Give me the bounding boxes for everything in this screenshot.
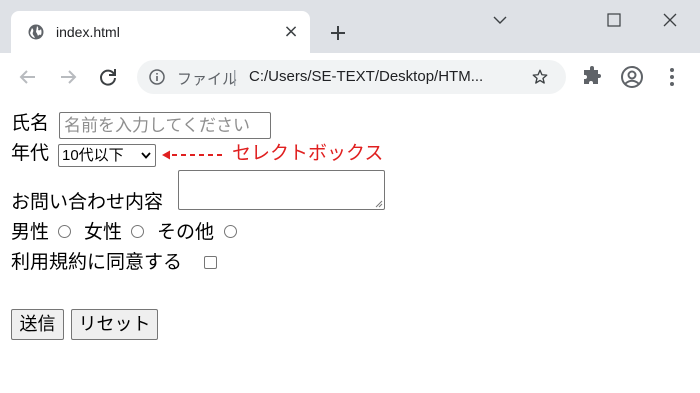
tab-title: index.html <box>56 24 120 40</box>
profile-avatar-icon[interactable] <box>620 65 644 89</box>
gender-other-radio[interactable] <box>224 225 237 238</box>
reload-icon[interactable] <box>96 65 120 89</box>
annotation-label: セレクトボックス <box>232 143 384 164</box>
gender-other-label: その他 <box>157 222 215 243</box>
inquiry-textarea[interactable] <box>178 170 385 210</box>
window-maximize-icon[interactable] <box>594 6 634 34</box>
back-arrow-icon[interactable] <box>16 65 40 89</box>
kebab-menu-icon[interactable] <box>660 65 684 89</box>
window-close-icon[interactable] <box>650 6 690 34</box>
forward-arrow-icon[interactable] <box>56 65 80 89</box>
gender-male-label: 男性 <box>11 222 50 243</box>
chevron-down-icon <box>141 152 151 159</box>
terms-label: 利用規約に同意する <box>11 252 183 273</box>
site-info-icon[interactable] <box>149 69 165 85</box>
bookmark-star-icon[interactable] <box>531 68 549 86</box>
browser-chrome: index.html × ファイル | C:/Users/SE-TEXT/Des… <box>0 0 700 100</box>
age-select[interactable]: 10代以下 <box>58 144 156 167</box>
gender-female-label: 女性 <box>84 222 123 243</box>
window-dropdown-chevron-icon[interactable] <box>480 6 520 34</box>
terms-checkbox[interactable] <box>204 256 217 269</box>
name-label: 氏名 <box>11 113 50 134</box>
submit-button[interactable]: 送信 <box>11 309 64 340</box>
name-input[interactable]: 名前を入力してください <box>59 112 271 139</box>
file-scheme-label: ファイル <box>177 71 238 88</box>
browser-tab[interactable]: index.html × <box>11 11 310 53</box>
gender-male-radio[interactable] <box>58 225 71 238</box>
new-tab-plus-icon[interactable] <box>326 21 350 45</box>
tab-close-icon[interactable]: × <box>281 22 301 42</box>
browser-toolbar: ファイル | C:/Users/SE-TEXT/Desktop/HTM... <box>0 53 700 100</box>
omnibox-separator: | <box>232 67 238 86</box>
age-select-value: 10代以下 <box>62 147 124 164</box>
globe-icon <box>28 24 44 40</box>
gender-female-radio[interactable] <box>131 225 144 238</box>
tab-strip: index.html × <box>0 0 700 53</box>
page-content: 氏名 名前を入力してください 年代 10代以下 セレクトボックス お問い合わせ内… <box>0 101 700 393</box>
annotation-arrow-icon <box>162 150 226 160</box>
url-text[interactable]: C:/Users/SE-TEXT/Desktop/HTM... <box>249 68 483 85</box>
age-label: 年代 <box>11 143 50 164</box>
extensions-puzzle-icon[interactable] <box>580 65 604 89</box>
resize-grip-icon[interactable] <box>374 199 383 208</box>
reset-button[interactable]: リセット <box>71 309 158 340</box>
inquiry-label: お問い合わせ内容 <box>11 192 164 213</box>
address-bar[interactable]: ファイル | C:/Users/SE-TEXT/Desktop/HTM... <box>137 60 566 94</box>
